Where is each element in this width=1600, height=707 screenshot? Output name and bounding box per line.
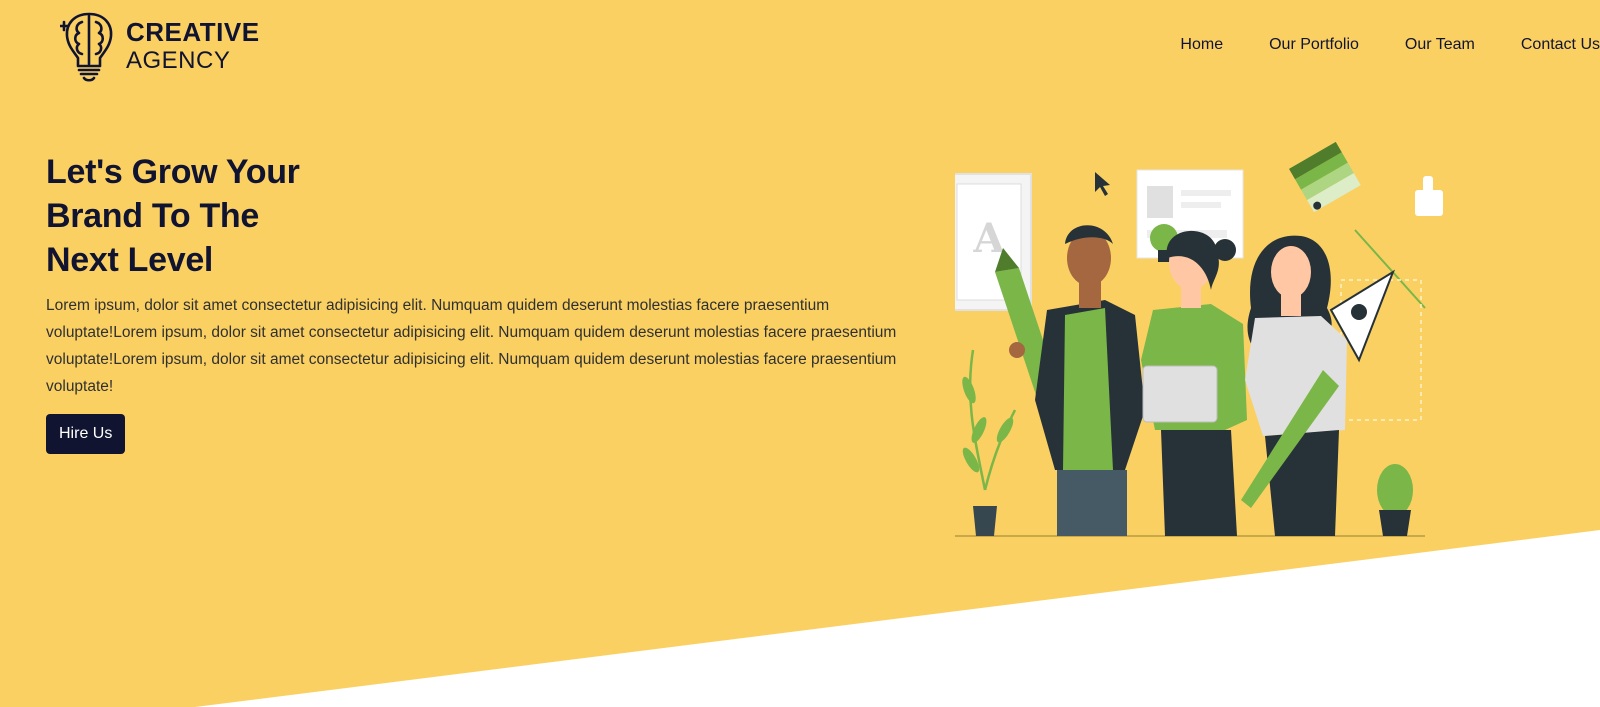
page: CREATIVE AGENCY Home Our Portfolio Our T… — [0, 0, 1600, 707]
hero-title-line2: Brand To The — [46, 197, 259, 235]
main-nav: Home Our Portfolio Our Team Contact Us — [1134, 36, 1600, 54]
brain-lightbulb-icon — [60, 12, 113, 82]
nav-link-contact-us[interactable]: Contact Us — [1521, 36, 1600, 54]
nav-link-our-team[interactable]: Our Team — [1405, 36, 1475, 54]
hero-title-line1: Let's Grow Your — [46, 153, 300, 191]
woman-figure-1 — [1141, 230, 1247, 536]
hero-title-line3: Next Level — [46, 241, 214, 279]
cactus-icon — [1377, 464, 1413, 536]
hero-description: Lorem ipsum, dolor sit amet consectetur … — [46, 297, 897, 395]
brand-name: CREATIVE AGENCY — [126, 19, 260, 73]
plant-icon — [962, 349, 1017, 536]
hire-us-button[interactable]: Hire Us — [46, 414, 126, 454]
color-swatch-icon — [1289, 141, 1361, 213]
header: CREATIVE AGENCY Home Our Portfolio Our T… — [0, 0, 1600, 100]
brand-logo[interactable]: CREATIVE AGENCY — [60, 8, 260, 84]
thumbs-up-icon — [1415, 176, 1443, 216]
nav-link-home[interactable]: Home — [1180, 36, 1223, 54]
nav-link-our-portfolio[interactable]: Our Portfolio — [1269, 36, 1359, 54]
hero-section: Let's Grow Your Brand To The Next Level … — [46, 150, 946, 454]
brand-name-line1: CREATIVE — [126, 17, 260, 47]
team-illustration: A — [955, 141, 1443, 537]
svg-text:A: A — [972, 215, 1005, 262]
hero-title: Let's Grow Your Brand To The Next Level — [46, 150, 366, 282]
cursor-icon — [1095, 172, 1110, 196]
brand-name-line2: AGENCY — [126, 47, 231, 74]
